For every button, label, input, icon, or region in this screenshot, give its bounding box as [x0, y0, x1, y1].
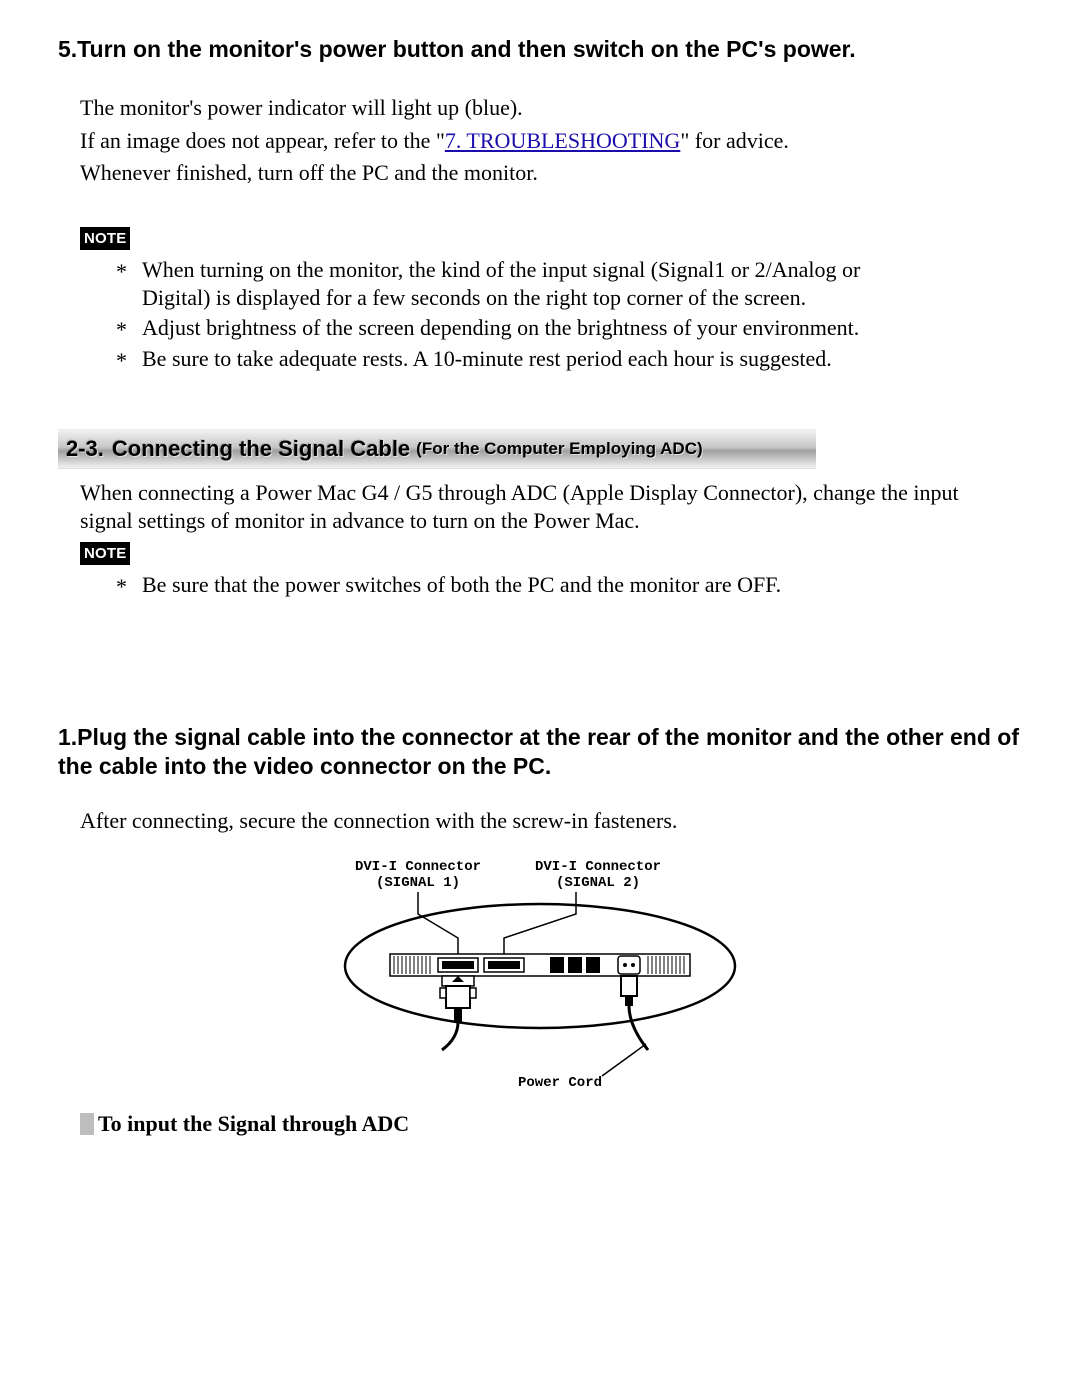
- list-item: Be sure that the power switches of both …: [108, 571, 922, 599]
- step5-line2-b: " for advice.: [680, 128, 789, 153]
- note-badge: NOTE: [80, 542, 130, 565]
- section-2-3-bar: 2-3. Connecting the Signal Cable (For th…: [58, 429, 816, 469]
- svg-text:(SIGNAL 2): (SIGNAL 2): [556, 875, 640, 891]
- step-1-adc-heading: 1.Plug the signal cable into the connect…: [58, 723, 1022, 782]
- section-title: Connecting the Signal Cable: [112, 435, 410, 463]
- troubleshooting-link[interactable]: 7. TROUBLESHOOTING: [445, 128, 680, 153]
- step-5-body: The monitor's power indicator will light…: [80, 94, 962, 372]
- step5-line3: Whenever finished, turn off the PC and t…: [80, 159, 962, 187]
- step5-line2: If an image does not appear, refer to th…: [80, 127, 962, 155]
- section-number: 2-3.: [66, 435, 104, 463]
- step-5-heading: 5.Turn on the monitor's power button and…: [58, 35, 1022, 64]
- connector-diagram-figure: DVI-I Connector (SIGNAL 1) DVI-I Connect…: [58, 854, 1022, 1094]
- list-item: Adjust brightness of the screen dependin…: [108, 314, 922, 342]
- svg-text:Power Cord: Power Cord: [518, 1075, 602, 1091]
- section-2-3-body: When connecting a Power Mac G4 / G5 thro…: [80, 479, 962, 600]
- svg-text:DVI-I Connector: DVI-I Connector: [535, 859, 661, 875]
- step5-line1: The monitor's power indicator will light…: [80, 94, 962, 122]
- adc-subheading: To input the Signal through ADC: [98, 1110, 409, 1138]
- bullet-marker-icon: [80, 1113, 94, 1135]
- section-subtitle: (For the Computer Employing ADC): [416, 438, 702, 460]
- section23-intro: When connecting a Power Mac G4 / G5 thro…: [80, 479, 962, 535]
- section23-note-list: Be sure that the power switches of both …: [108, 571, 922, 599]
- note-badge: NOTE: [80, 227, 130, 250]
- step-1-adc-body: After connecting, secure the connection …: [80, 807, 962, 835]
- svg-text:(SIGNAL 1): (SIGNAL 1): [376, 875, 460, 891]
- adc-subheading-row: To input the Signal through ADC: [80, 1110, 1022, 1138]
- list-item: When turning on the monitor, the kind of…: [108, 256, 922, 312]
- connector-diagram-icon: DVI-I Connector (SIGNAL 1) DVI-I Connect…: [330, 854, 750, 1094]
- step1b-line1: After connecting, secure the connection …: [80, 807, 962, 835]
- svg-text:DVI-I Connector: DVI-I Connector: [355, 859, 481, 875]
- step5-line2-a: If an image does not appear, refer to th…: [80, 128, 445, 153]
- list-item: Be sure to take adequate rests. A 10-min…: [108, 345, 922, 373]
- step5-note-list: When turning on the monitor, the kind of…: [108, 256, 922, 373]
